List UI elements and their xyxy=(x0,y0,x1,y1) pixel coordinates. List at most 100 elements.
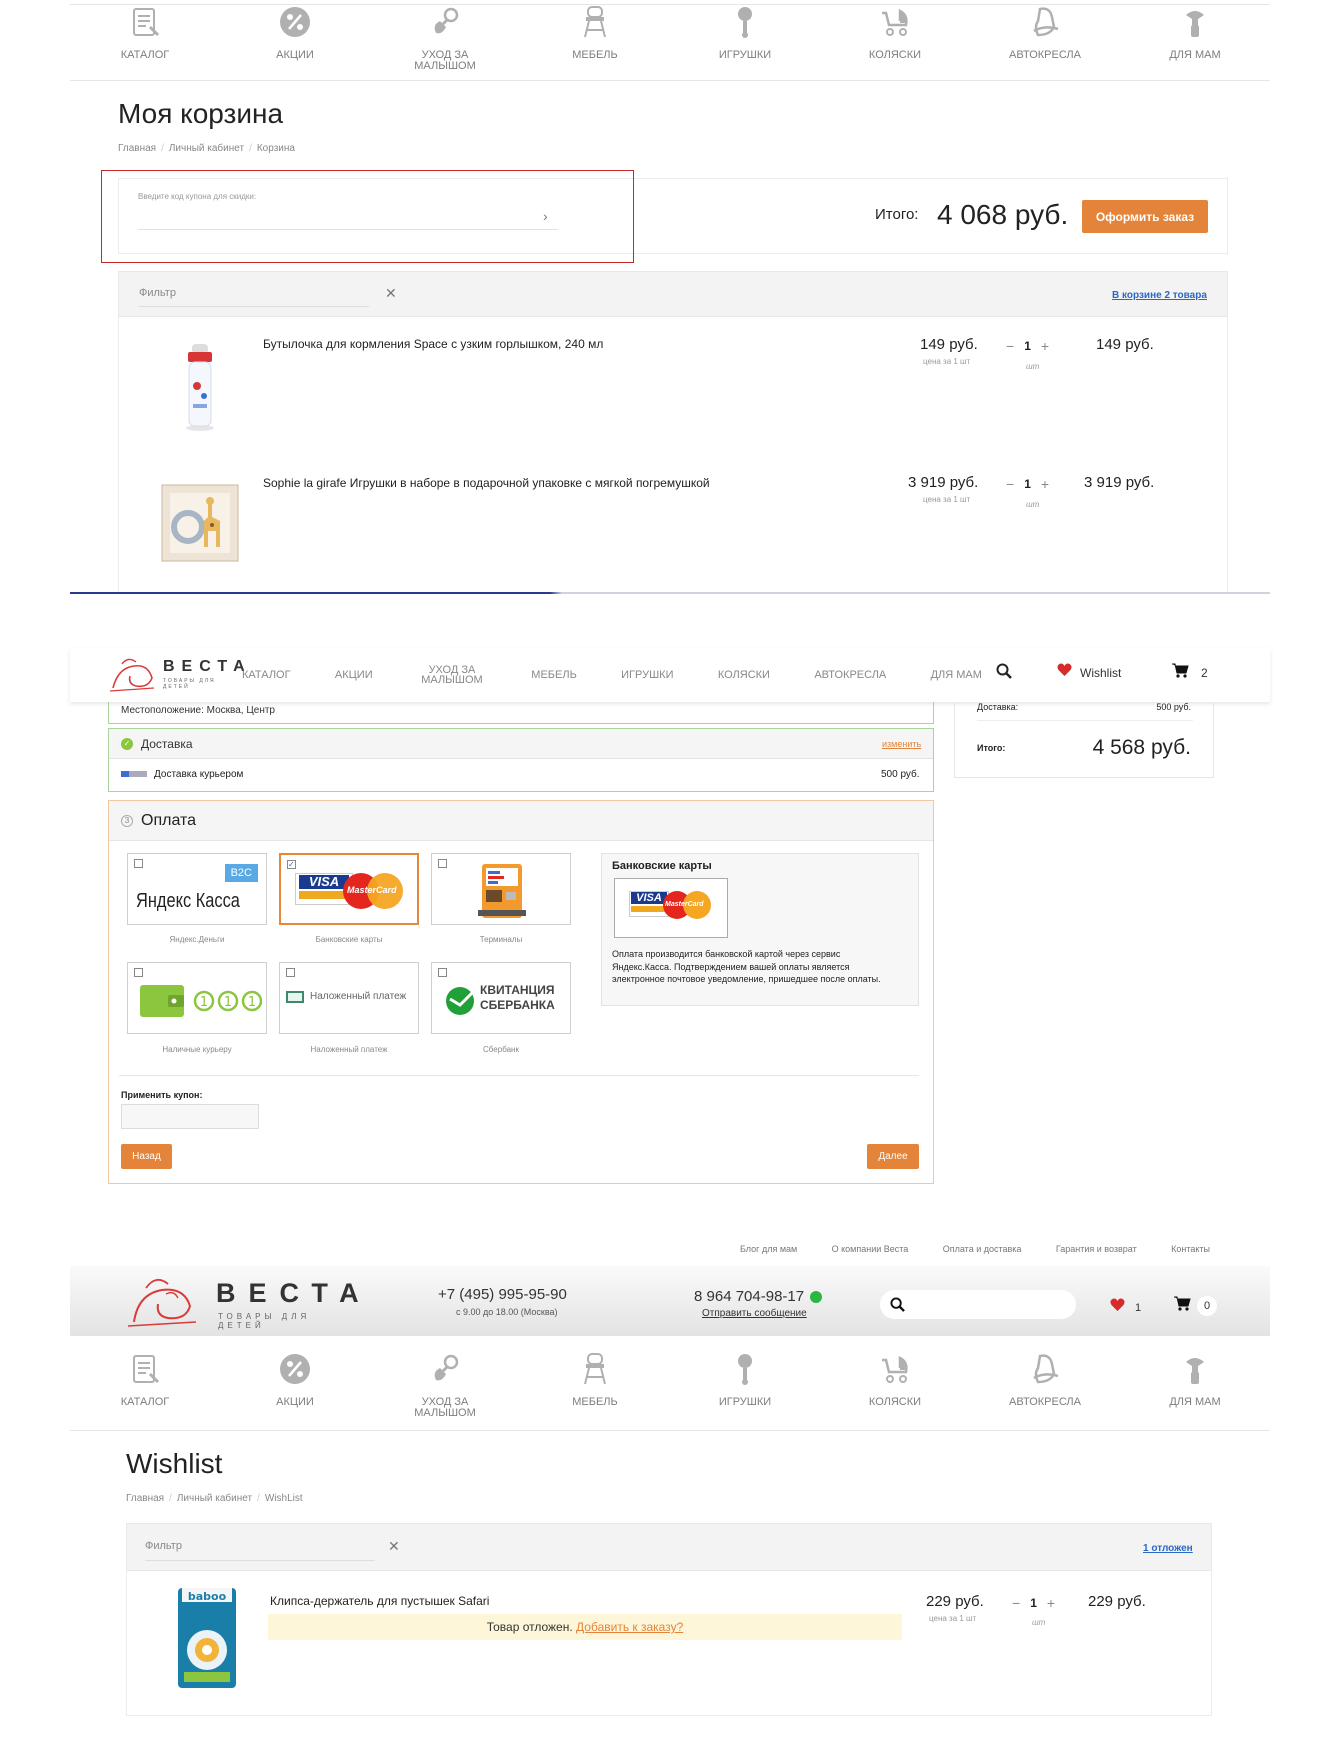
breadcrumb-account[interactable]: Личный кабинет xyxy=(177,1493,252,1504)
top-link[interactable]: Блог для мам xyxy=(740,1244,797,1254)
payment-checkbox[interactable] xyxy=(286,968,295,977)
sticky-menu-item[interactable]: УХОД ЗА МАЛЫШОМ xyxy=(417,665,487,686)
payment-checkbox[interactable] xyxy=(134,859,143,868)
top-link[interactable]: О компании Веста xyxy=(832,1244,909,1254)
qty-value[interactable]: 1 xyxy=(1024,339,1031,353)
checkout-button[interactable]: Оформить заказ xyxy=(1082,200,1208,233)
decrease-qty-button[interactable]: − xyxy=(1012,1595,1020,1611)
product-title[interactable]: Sophie la girafe Игрушки в наборе в пода… xyxy=(263,476,710,490)
payment-checkbox[interactable] xyxy=(134,968,143,977)
send-message-link[interactable]: Отправить сообщение xyxy=(702,1308,807,1319)
product-title[interactable]: Бутылочка для кормления Space с узким го… xyxy=(263,337,603,351)
clear-filter-icon[interactable]: ✕ xyxy=(388,1538,400,1555)
category-pacifier[interactable]: УХОД ЗА МАЛЫШОМ xyxy=(370,1352,520,1419)
phone-secondary[interactable]: 8 964 704-98-17 xyxy=(694,1288,823,1305)
category-percent[interactable]: АКЦИИ xyxy=(220,5,370,72)
quantity-stepper[interactable]: −1 + xyxy=(1006,476,1049,492)
payment-option-sberbank[interactable]: КВИТАНЦИЯ СБЕРБАНКА xyxy=(431,962,571,1034)
breadcrumb-account[interactable]: Личный кабинет xyxy=(169,143,244,154)
payment-option-yandex[interactable]: B2C Яндекс Касса xyxy=(127,853,267,925)
search-input[interactable] xyxy=(880,1290,1076,1319)
next-button[interactable]: Далее xyxy=(867,1144,919,1169)
category-label: КОЛЯСКИ xyxy=(868,1396,922,1408)
payment-checkbox-checked[interactable]: ✓ xyxy=(287,860,296,869)
quantity-stepper[interactable]: −1 + xyxy=(1006,338,1049,354)
qty-value[interactable]: 1 xyxy=(1024,477,1031,491)
category-percent[interactable]: АКЦИИ xyxy=(220,1352,370,1419)
cart-count: 2 xyxy=(1201,666,1208,680)
filter-input[interactable]: Фильтр xyxy=(145,1540,182,1552)
payment-option-cod[interactable]: Наложенный платеж xyxy=(279,962,419,1034)
category-stroller[interactable]: КОЛЯСКИ xyxy=(820,1352,970,1419)
category-pacifier[interactable]: УХОД ЗА МАЛЫШОМ xyxy=(370,5,520,72)
product-image-clip[interactable]: baboo xyxy=(174,1586,240,1690)
category-catalog[interactable]: КАТАЛОГ xyxy=(70,5,220,72)
category-high-chair[interactable]: МЕБЕЛЬ xyxy=(520,1352,670,1419)
decrease-qty-button[interactable]: − xyxy=(1006,476,1014,492)
coupon-apply-input[interactable] xyxy=(121,1104,259,1129)
change-delivery-link[interactable]: изменить xyxy=(882,739,921,749)
sticky-menu-item[interactable]: КАТАЛОГ xyxy=(242,670,291,681)
phone-primary[interactable]: +7 (495) 995-95-90 xyxy=(438,1286,567,1303)
sticky-menu-item[interactable]: ИГРУШКИ xyxy=(621,670,673,681)
product-title[interactable]: Клипса-держатель для пустышек Safari xyxy=(270,1594,489,1608)
category-rattle[interactable]: ИГРУШКИ xyxy=(670,1352,820,1419)
filter-input[interactable]: Фильтр xyxy=(139,287,176,299)
category-catalog[interactable]: КАТАЛОГ xyxy=(70,1352,220,1419)
sticky-menu-item[interactable]: МЕБЕЛЬ xyxy=(531,670,577,681)
payment-checkbox[interactable] xyxy=(438,968,447,977)
product-image-sophie[interactable] xyxy=(160,481,240,565)
phone-secondary-number[interactable]: 8 964 704-98-17 xyxy=(694,1288,804,1305)
product-image-bottle[interactable] xyxy=(180,342,220,432)
category-label: ИГРУШКИ xyxy=(718,49,772,61)
increase-qty-button[interactable]: + xyxy=(1041,338,1049,354)
search-icon[interactable] xyxy=(890,1297,905,1317)
payment-option-cards[interactable]: ✓ VISA MasterCard xyxy=(279,853,419,925)
category-stroller[interactable]: КОЛЯСКИ xyxy=(820,5,970,72)
wishlist-link[interactable]: 1 xyxy=(1110,1298,1141,1317)
site-logo[interactable]: ВЕСТА ТОВАРЫ ДЛЯ ДЕТЕЙ xyxy=(108,654,245,698)
unit-price: 3 919 руб. xyxy=(908,474,979,491)
top-link[interactable]: Гарантия и возврат xyxy=(1056,1244,1137,1254)
sticky-menu-item[interactable]: КОЛЯСКИ xyxy=(718,670,770,681)
yandex-kassa-logo: Яндекс Касса xyxy=(136,890,240,912)
sticky-menu: КАТАЛОГ АКЦИИ УХОД ЗА МАЛЫШОМ МЕБЕЛЬ ИГРУШКИ… xyxy=(242,658,982,692)
breadcrumb-home[interactable]: Главная xyxy=(126,1493,164,1504)
quantity-stepper[interactable]: −1 + xyxy=(1012,1595,1055,1611)
cart-link[interactable]: 2 xyxy=(1172,663,1208,683)
qty-value[interactable]: 1 xyxy=(1030,1596,1037,1610)
site-logo[interactable]: ВЕСТА ТОВАРЫ ДЛЯ ДЕТЕЙ xyxy=(126,1272,359,1330)
payment-checkbox[interactable] xyxy=(438,859,447,868)
cart-link[interactable]: 0 xyxy=(1174,1296,1217,1316)
deferred-notice-text: Товар отложен. xyxy=(486,1620,573,1634)
search-icon[interactable] xyxy=(996,663,1012,684)
category-rattle[interactable]: ИГРУШКИ xyxy=(670,5,820,72)
high-chair-icon xyxy=(578,1352,612,1391)
wishlist-link[interactable]: Wishlist xyxy=(1057,663,1121,682)
add-to-order-link[interactable]: Добавить к заказу? xyxy=(576,1620,683,1634)
breadcrumb-home[interactable]: Главная xyxy=(118,143,156,154)
category-breast-pump[interactable]: ДЛЯ МАМ xyxy=(1120,1352,1270,1419)
sticky-menu-item[interactable]: ДЛЯ МАМ xyxy=(931,670,982,681)
back-button[interactable]: Назад xyxy=(121,1144,172,1169)
clear-filter-icon[interactable]: ✕ xyxy=(385,285,397,302)
coupon-submit-chevron-icon[interactable]: › xyxy=(543,208,548,224)
category-high-chair[interactable]: МЕБЕЛЬ xyxy=(520,5,670,72)
payment-option-terminal[interactable] xyxy=(431,853,571,925)
top-link[interactable]: Контакты xyxy=(1171,1244,1210,1254)
payment-option-cash[interactable]: 1 1 1 xyxy=(127,962,267,1034)
decrease-qty-button[interactable]: − xyxy=(1006,338,1014,354)
payment-info-logo: VISA MasterCard xyxy=(614,878,728,938)
top-link[interactable]: Оплата и доставка xyxy=(943,1244,1022,1254)
cart-count-link[interactable]: В корзине 2 товара xyxy=(1112,290,1207,301)
wishlist-count-link[interactable]: 1 отложен xyxy=(1143,1543,1193,1554)
category-car-seat[interactable]: АВТОКРЕСЛА xyxy=(970,5,1120,72)
increase-qty-button[interactable]: + xyxy=(1041,476,1049,492)
pacifier-icon xyxy=(428,1352,462,1391)
increase-qty-button[interactable]: + xyxy=(1047,1595,1055,1611)
category-car-seat[interactable]: АВТОКРЕСЛА xyxy=(970,1352,1120,1419)
sticky-menu-item[interactable]: АКЦИИ xyxy=(335,670,373,681)
sticky-menu-item[interactable]: АВТОКРЕСЛА xyxy=(814,670,886,681)
category-breast-pump[interactable]: ДЛЯ МАМ xyxy=(1120,5,1270,72)
coupon-input[interactable] xyxy=(138,214,558,230)
